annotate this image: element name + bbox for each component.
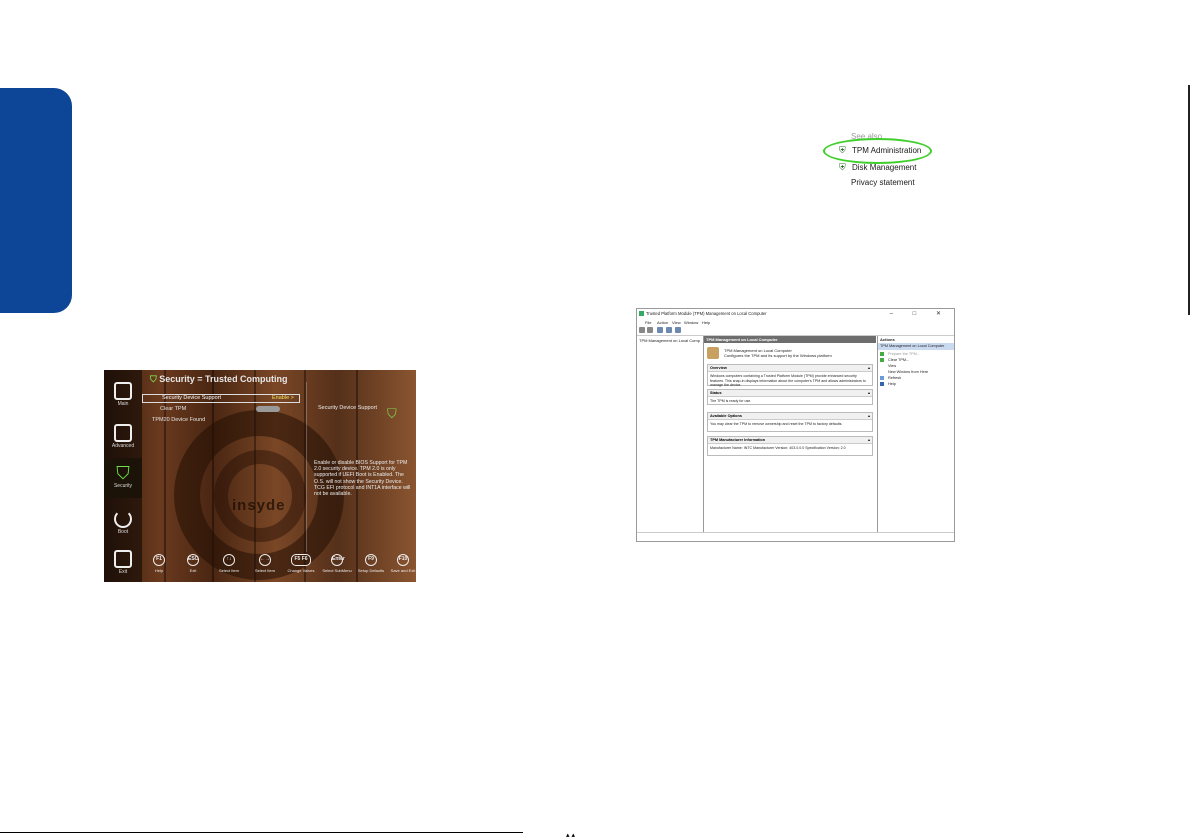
tree-pane: TPM Management on Local Comp [637,336,704,532]
section-overview: Overview ▴ Windows computers containing … [707,364,873,387]
bios-nav-main[interactable]: Main [104,382,142,407]
help-icon [880,382,884,386]
footer-key-select-menu[interactable]: ←→ Select Item [248,554,282,573]
shield-icon: ⛉ [387,406,397,421]
section-status-title[interactable]: Status [708,390,872,397]
section-options-body: You may clear the TPM to remove ownershi… [710,422,843,426]
section-manufacturer-body: Manufacturer Name: INTC Manufacturer Ver… [710,446,846,450]
window-titlebar[interactable]: Trusted Platform Module (TPM) Management… [637,309,954,319]
footer-key-help[interactable]: F1 Help [142,554,176,573]
menu-action[interactable]: Action [657,320,668,325]
shield-check-icon: ⛉ [116,463,130,483]
bios-logo: insyde [232,497,286,514]
bios-help-divider [306,382,307,552]
tpm-management-window: Trusted Platform Module (TPM) Management… [636,308,955,542]
section-overview-body: Windows computers containing a Trusted P… [710,374,866,387]
section-available-options: Available Options ▴ You may clear the TP… [707,412,873,432]
clear-tpm-toggle[interactable] [256,406,280,412]
page-edge-mark [1188,85,1190,315]
section-status: Status ▴ The TPM is ready for use. [707,389,873,405]
footer-key-select-item[interactable]: ↑↓ Select Item [212,554,246,573]
exit-door-icon [114,550,132,568]
actions-pane: Actions TPM Management on Local Computer… [877,336,954,532]
chapter-tab [0,88,72,313]
section-manufacturer-title[interactable]: TPM Manufacturer Information [708,437,872,444]
footer-key-select-submenu[interactable]: Enter Select SubMenu [320,554,354,573]
bios-footer: F1 Help ESC Exit ↑↓ Select Item ←→ Select It… [142,552,416,582]
show-tree-icon[interactable] [657,327,663,333]
action-refresh[interactable]: Refresh [880,376,901,380]
action-new-window[interactable]: New Window from Here [880,370,928,374]
clear-tpm-label: Clear TPM [160,406,187,412]
help-icon[interactable] [666,327,672,333]
menu-file[interactable]: File [645,320,651,325]
collapse-arrow-icon[interactable]: ▴ [868,390,870,395]
bios-nav-boot[interactable]: Boot [104,510,142,535]
bios-help-text: Enable or disable BIOS Support for TPM 2… [314,460,411,498]
menu-window[interactable]: Window [684,320,698,325]
section-overview-title[interactable]: Overview [708,365,872,372]
action-clear-tpm[interactable]: Clear TPM... [880,358,909,362]
security-device-support-label: Security Device Support [162,395,221,401]
footer-key-setup-defaults[interactable]: F9 Setup Defaults [354,554,388,573]
footer-key-exit[interactable]: ESC Exit [176,554,210,573]
disk-management-link[interactable]: Disk Management [852,163,916,172]
bios-help-title: Security Device Support [318,405,377,411]
tree-item-tpm-management[interactable]: TPM Management on Local Comp [639,338,700,343]
tpm-chip-icon [707,347,719,359]
actions-header: Actions [878,336,954,343]
privacy-statement-link[interactable]: Privacy statement [851,178,915,187]
bios-nav-exit[interactable]: Exit [104,550,142,575]
tpm-icon [880,358,884,362]
action-help[interactable]: Help [880,382,896,386]
collapse-arrow-icon[interactable]: ▴ [868,365,870,370]
status-bar [637,532,954,541]
collapse-arrow-icon[interactable]: ▴ [868,437,870,442]
action-view[interactable]: View [880,364,896,368]
footer-key-change-values[interactable]: F5 F6 Change Values [284,554,318,573]
bios-background-swirl-inner [214,450,306,542]
shield-icon: ⛉ [150,374,157,384]
highlight-circle [823,138,932,164]
properties-icon[interactable] [675,327,681,333]
blank-icon [880,370,884,374]
app-icon [639,311,644,316]
action-prepare-tpm[interactable]: Prepare the TPM... [880,352,920,356]
refresh-icon [880,376,884,380]
tpm-found-text: TPM20 Device Found [152,417,206,423]
main-pane: TPM Management on Local Computer TPM Man… [704,336,876,532]
main-pane-subtitle: Configures the TPM and its support by th… [724,353,832,358]
tpm-icon [880,352,884,356]
footer-rule [0,832,523,833]
menu-bar: File Action View Window Help [637,319,954,326]
section-options-title[interactable]: Available Options [708,413,872,420]
bios-screenshot: insyde Main Advanced ⛉ Security Boot Exi… [104,370,416,582]
bios-sidebar: Main Advanced ⛉ Security Boot Exit [104,370,142,582]
back-icon[interactable] [639,327,645,333]
window-controls[interactable]: – □ ✕ [890,310,950,317]
bios-nav-security[interactable]: ⛉ Security [104,458,142,498]
menu-help[interactable]: Help [702,320,710,325]
actions-selected-node[interactable]: TPM Management on Local Computer [878,343,954,350]
collapse-arrow-icon[interactable]: ▴ [868,413,870,418]
bios-nav-advanced[interactable]: Advanced [104,424,142,449]
power-icon [114,510,132,528]
security-device-support-value[interactable]: Enable > [272,395,294,401]
document-icon [114,424,132,442]
section-status-body: The TPM is ready for use. [710,399,752,403]
blank-icon [880,364,884,368]
forward-icon[interactable] [647,327,653,333]
main-pane-header: TPM Management on Local Computer [704,336,876,343]
section-manufacturer: TPM Manufacturer Information ▴ Manufactu… [707,436,873,456]
window-title: Trusted Platform Module (TPM) Management… [646,311,767,316]
bios-page-title: ⛉ Security = Trusted Computing [150,374,288,384]
footer-glyph: ▴ ▴ [566,832,575,839]
toolbar [637,326,954,336]
computer-icon [114,382,132,400]
menu-view[interactable]: View [672,320,681,325]
shield-icon: ⛨ [839,162,846,172]
footer-key-save-exit[interactable]: F10 Save and Exit [386,554,416,573]
